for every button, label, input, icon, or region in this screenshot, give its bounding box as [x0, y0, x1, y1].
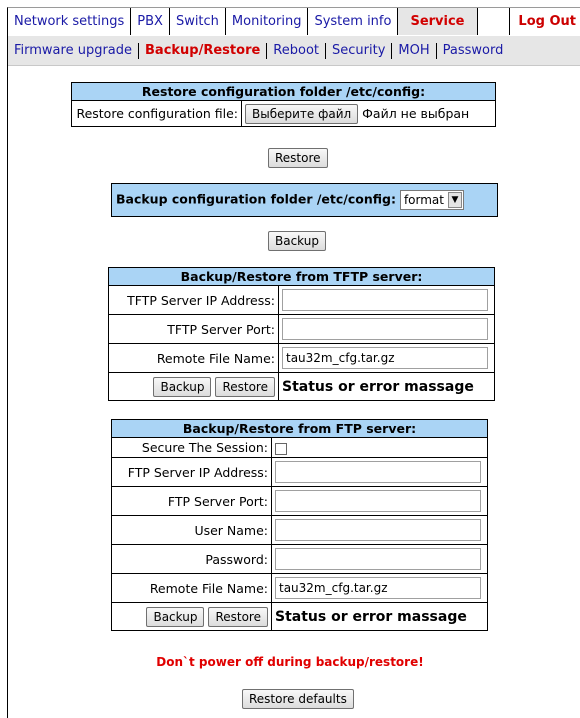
tftp-port-input[interactable]	[282, 318, 488, 340]
tab-firmware-upgrade[interactable]: Firmware upgrade	[8, 42, 140, 59]
top-menu-switch[interactable]: Switch	[169, 8, 226, 35]
ftp-panel: Backup/Restore from FTP server: Secure T…	[111, 419, 488, 631]
tftp-ip-input[interactable]	[282, 289, 488, 311]
ftp-remote-label: Remote File Name:	[111, 573, 272, 603]
tftp-backup-button[interactable]: Backup	[153, 376, 212, 397]
tftp-remote-label: Remote File Name:	[108, 343, 279, 373]
tftp-ip-label: TFTP Server IP Address:	[108, 285, 279, 315]
top-menu: Network settings PBX Switch Monitoring S…	[8, 8, 580, 36]
backup-button[interactable]: Backup	[268, 231, 326, 251]
format-select[interactable]: format ▼	[399, 190, 464, 210]
top-menu-service[interactable]: Service	[397, 8, 478, 35]
ftp-ip-input[interactable]	[275, 461, 481, 483]
format-select-value: format	[403, 193, 444, 207]
ftp-ip-label: FTP Server IP Address:	[111, 457, 272, 487]
restore-file-label: Restore configuration file:	[71, 100, 242, 127]
no-file-chosen-text: Файл не выбран	[362, 105, 470, 121]
restore-defaults-button[interactable]: Restore defaults	[242, 689, 354, 709]
ftp-port-label: FTP Server Port:	[111, 486, 272, 516]
ftp-user-input[interactable]	[275, 519, 481, 541]
restore-config-header: Restore configuration folder /etc/config…	[71, 82, 496, 101]
tftp-remote-input[interactable]: tau32m_cfg.tar.gz	[282, 347, 488, 369]
ftp-secure-label: Secure The Session:	[111, 437, 272, 458]
ftp-port-input[interactable]	[275, 490, 481, 512]
ftp-remote-input[interactable]: tau32m_cfg.tar.gz	[275, 577, 481, 599]
tab-backup-restore[interactable]: Backup/Restore	[139, 42, 268, 59]
top-menu-network-settings[interactable]: Network settings	[8, 8, 132, 35]
tftp-header: Backup/Restore from TFTP server:	[108, 267, 495, 286]
backup-config-label: Backup configuration folder /etc/config:	[116, 191, 396, 207]
ftp-password-input[interactable]	[275, 548, 481, 570]
power-warning-text: Don`t power off during backup/restore!	[156, 655, 424, 669]
tftp-restore-button[interactable]: Restore	[215, 376, 275, 397]
tab-security[interactable]: Security	[326, 42, 393, 59]
restore-button[interactable]: Restore	[268, 148, 328, 168]
choose-file-button[interactable]: Выберите файл	[245, 103, 359, 124]
tab-moh[interactable]: MOH	[392, 42, 437, 59]
sub-menu: Firmware upgrade Backup/Restore Reboot S…	[8, 36, 580, 66]
ftp-user-label: User Name:	[111, 515, 272, 545]
tftp-status-text: Status or error massage	[282, 378, 474, 395]
logout-link[interactable]: Log Out	[509, 8, 580, 35]
top-menu-pbx[interactable]: PBX	[131, 8, 170, 35]
backup-config-panel: Backup configuration folder /etc/config:…	[111, 183, 498, 217]
ftp-backup-button[interactable]: Backup	[146, 606, 205, 627]
chevron-down-icon: ▼	[447, 192, 462, 208]
tab-password[interactable]: Password	[437, 43, 510, 59]
ftp-password-label: Password:	[111, 544, 272, 574]
ftp-restore-button[interactable]: Restore	[208, 606, 268, 627]
ftp-header: Backup/Restore from FTP server:	[111, 419, 488, 438]
tftp-port-label: TFTP Server Port:	[108, 314, 279, 344]
ftp-status-text: Status or error massage	[275, 608, 467, 625]
top-menu-system-info[interactable]: System info	[308, 8, 398, 35]
restore-config-panel: Restore configuration folder /etc/config…	[71, 82, 496, 127]
top-menu-monitoring[interactable]: Monitoring	[225, 8, 309, 35]
tab-reboot[interactable]: Reboot	[267, 42, 326, 59]
secure-session-checkbox[interactable]	[275, 442, 287, 455]
tftp-panel: Backup/Restore from TFTP server: TFTP Se…	[108, 267, 495, 401]
